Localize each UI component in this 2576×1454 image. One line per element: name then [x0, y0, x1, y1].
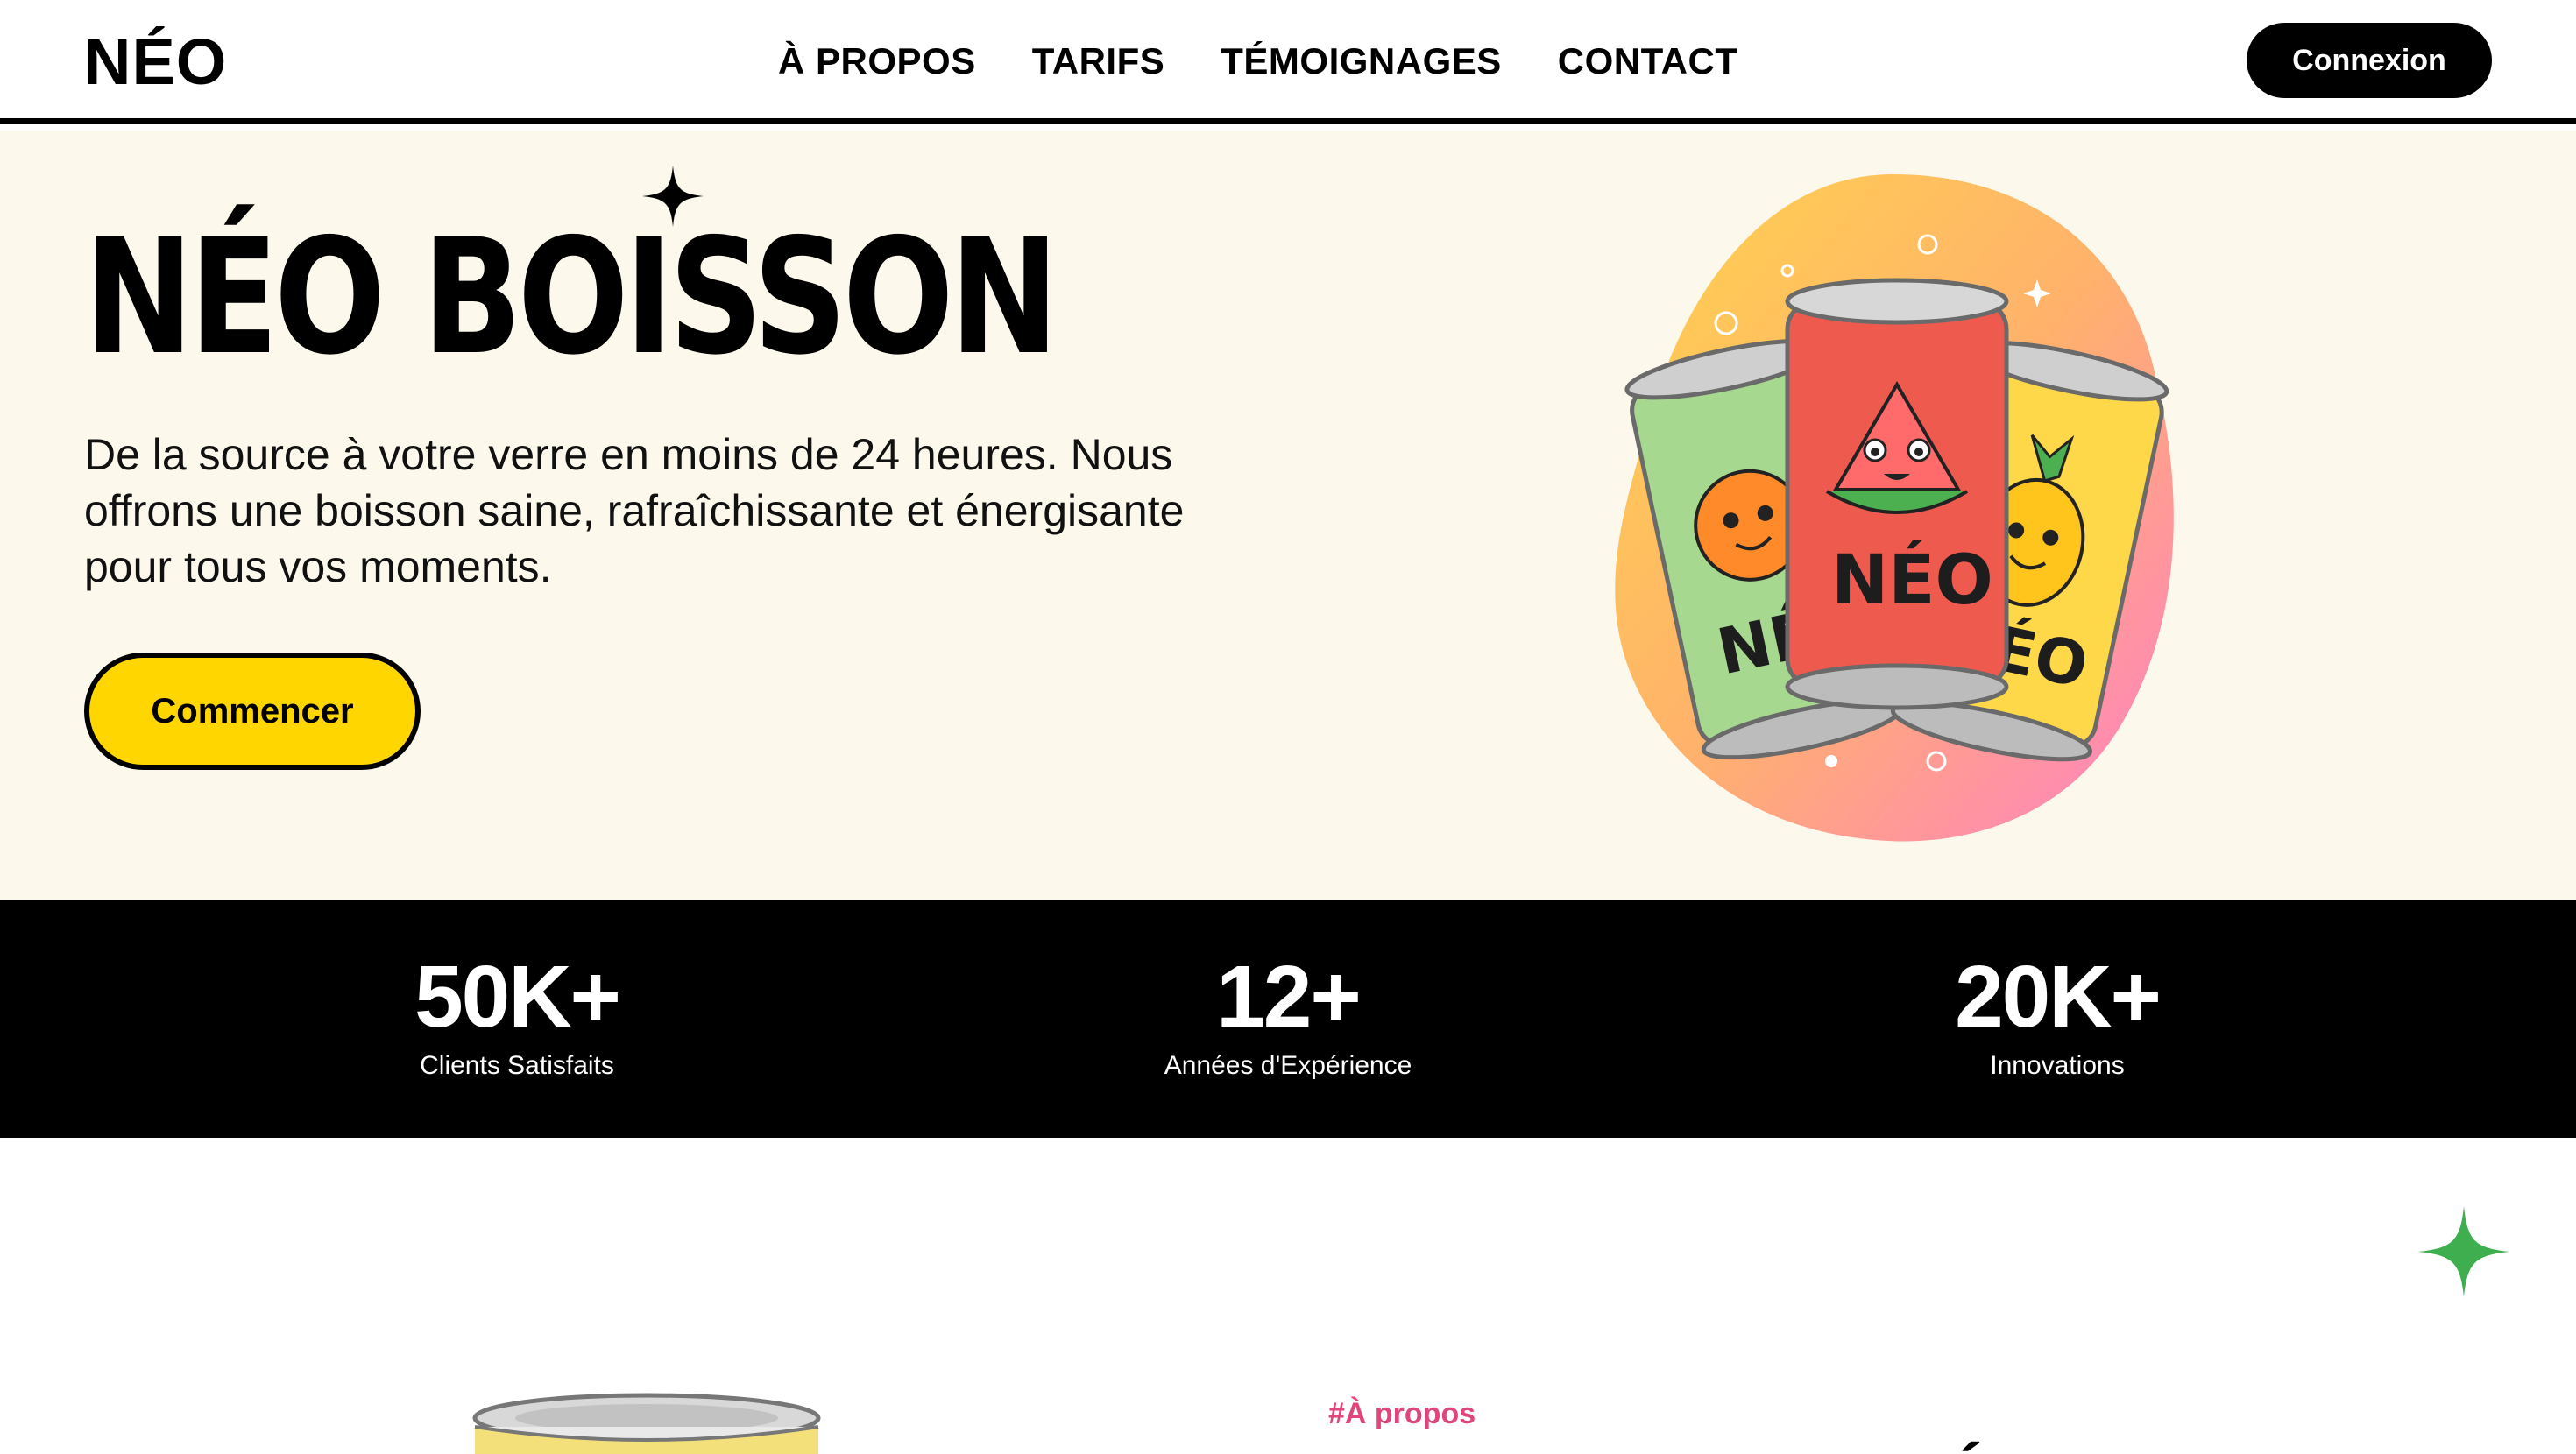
hero-description: De la source à votre verre en moins de 2… [84, 430, 1185, 591]
stats-band: 50K+ Clients Satisfaits 12+ Années d'Exp… [0, 900, 2576, 1138]
nav-link-pricing[interactable]: TARIFS [1032, 37, 1165, 86]
start-button[interactable]: Commencer [84, 653, 421, 770]
stat-innovations: 20K+ Innovations [1794, 949, 2320, 1083]
drink-can-image [472, 1393, 821, 1454]
about-tag: #À propos [1328, 1397, 1476, 1430]
nav-link-testimonials[interactable]: TÉMOIGNAGES [1221, 37, 1502, 86]
svg-text:NÉO: NÉO [1831, 540, 1993, 620]
hero-section: NÉO BOISSON De la source à votre verre e… [0, 131, 2576, 900]
sparkle-icon [642, 166, 704, 227]
stat-label: Innovations [1990, 1051, 2125, 1080]
main-nav: À PROPOS TARIFS TÉMOIGNAGES CONTACT [778, 37, 1737, 86]
stat-value: 12+ [1216, 948, 1362, 1046]
nav-link-about[interactable]: À PROPOS [778, 37, 976, 86]
nav-link-contact[interactable]: CONTACT [1558, 37, 1738, 86]
stat-label: Clients Satisfaits [420, 1051, 614, 1080]
drink-cans-illustration: NÉO NÉO NÉO [1615, 174, 2174, 842]
about-section: #À propos NOURRIR VOTRE ÉNERGIE [0, 1138, 2576, 1454]
hero-title: NÉO BOISSON [84, 204, 1059, 390]
stat-label: Années d'Expérience [1164, 1051, 1412, 1080]
login-button[interactable]: Connexion [2247, 23, 2492, 98]
brand-logo[interactable]: NÉO [84, 23, 227, 102]
stat-value: 20K+ [1955, 948, 2162, 1046]
stat-clients: 50K+ Clients Satisfaits [254, 949, 780, 1083]
green-sparkle-icon [2418, 1206, 2509, 1297]
site-header: NÉO À PROPOS TARIFS TÉMOIGNAGES CONTACT … [0, 0, 2576, 124]
stat-value: 50K+ [414, 948, 621, 1046]
stat-experience: 12+ Années d'Expérience [1025, 949, 1551, 1083]
about-heading: NOURRIR VOTRE ÉNERGIE [1328, 1439, 2265, 1454]
